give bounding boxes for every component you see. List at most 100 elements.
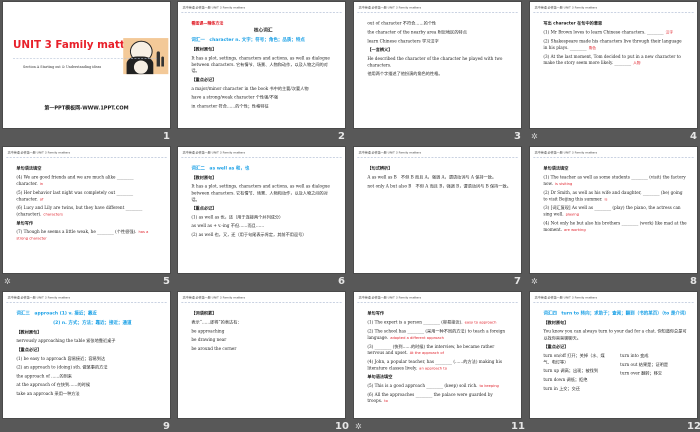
- slide-thumbnail-8[interactable]: 高中英语 必修第一册 UNIT 3 Family matters 单句语法填空 (1…: [530, 147, 697, 273]
- text-line: learn Chinese characters 学习汉字: [367, 38, 511, 44]
- divider: [181, 302, 342, 303]
- slide-number: 1: [163, 131, 170, 142]
- line-text: 他用两个字描述了他扮演的角色的性格。: [367, 71, 443, 77]
- cartoon-family-image: [123, 38, 169, 75]
- list-item: turn up 调高；出现；被找到: [543, 368, 599, 374]
- line-text: a major/minor character in the book 书中的主…: [191, 85, 309, 91]
- line-text: take an approach 采用一种方法: [16, 391, 80, 397]
- text-line: 词汇三 approach (1) v. 接近；靠近: [16, 310, 160, 317]
- text-line: (2) Dr Smith, as well as his wife and da…: [543, 189, 687, 202]
- animation-icon[interactable]: ✲: [355, 422, 362, 431]
- text-line: 【教材原句】: [191, 46, 335, 52]
- text-line: (1) be easy to approach 容易接近；容易到达: [16, 355, 160, 361]
- line-text: 【重点必记】: [16, 346, 42, 352]
- line-text: 单句写作: [367, 310, 385, 316]
- line-text: not only A but also B 不但 A 而且 B，强调 B，谓语动…: [367, 183, 511, 189]
- line-text: 【教材原句】: [16, 329, 42, 335]
- slide-thumbnail-1[interactable]: UNIT 3 Family matters Section A Starting…: [3, 2, 170, 128]
- slide-thumbnail-9[interactable]: 高中英语 必修第一册 UNIT 3 Family matters 词汇三 appr…: [3, 292, 170, 418]
- list-item: turn over 翻转；移交: [620, 370, 663, 376]
- text-line: 单句语法填空: [16, 165, 160, 171]
- line-text: 【重点必记】: [191, 77, 217, 83]
- line-text: be approaching: [191, 328, 225, 334]
- line-text: have a strong/weak character 个性强/不强: [191, 94, 279, 100]
- text-line: (4) Not only he but also his brothers __…: [543, 220, 687, 233]
- text-line: (2) Shakespeare made his characters live…: [543, 38, 687, 51]
- animation-icon[interactable]: ✲: [531, 132, 538, 141]
- text-line: (1) as well as 也，还（用于连接两个并列成分）: [191, 214, 335, 220]
- slide-header: 高中英语 必修第一册 UNIT 3 Family matters: [358, 296, 422, 300]
- slide-subtitle: Section A Starting out & Understanding i…: [23, 65, 102, 70]
- line-text: (2) as well 也，又，还（用于句尾表示肯定，其前不用逗号）: [191, 232, 307, 238]
- slide-body: 看图课—精练方法 核心词汇 词汇一 character n. 文字；符号；角色；品质…: [191, 20, 335, 112]
- answer-annotation: characters: [43, 212, 63, 217]
- line-text: 【教材原句】: [191, 175, 217, 181]
- line-text: learn Chinese characters 学习汉字: [367, 38, 439, 44]
- text-line: You know you can always turn to your dad…: [543, 328, 687, 341]
- text-line: 【句式辨析】: [367, 165, 511, 171]
- line-text: (5) Her behavior last night was complete…: [16, 189, 134, 202]
- text-line: (2) The school has ________ (采用一种不同的方法) …: [367, 328, 511, 341]
- line-text: at the approach of 在快到……的时候: [16, 382, 90, 388]
- line-text: 单句写作: [16, 220, 34, 226]
- list-item: turn into 变成: [620, 352, 649, 358]
- answer-annotation: 人物: [633, 60, 641, 66]
- line-text: 【教材原句】: [191, 46, 217, 52]
- text-line: 【词语积累】: [191, 310, 335, 316]
- slide-thumbnail-5[interactable]: 高中英语 必修第一册 UNIT 3 Family matters 单句语法填空 (4…: [3, 147, 170, 273]
- answer-annotation: is: [604, 196, 608, 202]
- line-text: be drawing near: [191, 337, 227, 343]
- answer-annotation: in: [39, 181, 44, 186]
- line-text: 【教材原句】: [543, 320, 569, 326]
- line-text: (6) Lucy and Lily are twins, but they ha…: [16, 205, 143, 217]
- text-line: 单句写作: [367, 310, 511, 316]
- text-line: (1) Mr Brown loves to learn Chinese char…: [543, 29, 687, 35]
- divider: [533, 302, 694, 303]
- line-text: (7) Though he seems a little weak, he __…: [16, 229, 137, 235]
- animation-icon[interactable]: ✲: [531, 277, 538, 286]
- answer-annotation: of: [39, 196, 44, 202]
- slide-body: 词汇四 turn to 转向；求助于；查阅；翻到（书的某页）（to 是介词） 【教…: [543, 310, 689, 394]
- slide-thumbnail-2[interactable]: 高中英语 必修第一册 UNIT 3 Family matters 看图课—精练方法…: [178, 2, 345, 128]
- answer-annotation: is visiting: [554, 181, 573, 186]
- answer-annotation: 角色: [588, 45, 596, 50]
- slide-body: 词汇三 approach (1) v. 接近；靠近 (2) n. 方式；方法；靠近…: [16, 310, 160, 399]
- line-text: 单句语法填空: [543, 165, 569, 171]
- line-text: 单句语法填空: [367, 374, 393, 380]
- text-line: He described the character of the charac…: [367, 55, 511, 68]
- text-line: (3) At the last moment, Tom decided to p…: [543, 53, 687, 66]
- slide-header: 高中英语 必修第一册 UNIT 3 Family matters: [534, 6, 598, 10]
- slide-thumbnail-6[interactable]: 高中英语 必修第一册 UNIT 3 Family matters 词汇二 as w…: [178, 147, 345, 273]
- text-line: (5) This is a good approach ________ (ke…: [367, 382, 511, 388]
- text-line: be around the corner: [191, 345, 335, 351]
- slide-number: 9: [163, 421, 170, 432]
- slide-thumbnail-4[interactable]: 高中英语 必修第一册 UNIT 3 Family matters 写出 chara…: [530, 2, 697, 128]
- slide-thumbnail-12[interactable]: 高中英语 必修第一册 UNIT 3 Family matters 词汇四 turn…: [530, 292, 697, 418]
- animation-icon[interactable]: ✲: [4, 277, 11, 286]
- line-text: 词汇四 turn to 转向；求助于；查阅；翻到（书的某页）（to 是介词）: [543, 310, 689, 317]
- text-line: 【一言辨义】: [367, 46, 511, 52]
- answer-annotation: to keeping: [479, 383, 499, 388]
- line-text: (1) be easy to approach 容易接近；容易到达: [16, 355, 106, 361]
- text-line: 【重点必记】: [16, 346, 160, 352]
- line-text: You know you can always turn to your dad…: [543, 328, 687, 341]
- text-line: in character 符合……的个性；性格特征: [191, 103, 335, 109]
- text-line: 他用两个字描述了他扮演的角色的性格。: [367, 71, 511, 77]
- slide-thumbnail-3[interactable]: 高中英语 必修第一册 UNIT 3 Family matters out of c…: [354, 2, 521, 128]
- text-line: It has a plot, settings, characters and …: [191, 183, 335, 202]
- text-line: 看图课—精练方法: [191, 20, 335, 26]
- slide-body: 【句式辨析】 A as well as B 不但 B 而且 A，强调 A，谓语动词…: [367, 165, 511, 191]
- text-line: 【重点必记】: [191, 76, 335, 82]
- divider: [181, 157, 342, 158]
- line-text: (1) The expert is a person ________ (容易接…: [367, 319, 463, 325]
- slide-number: 11: [511, 421, 525, 432]
- slide-thumbnail-10[interactable]: 高中英语 必修第一册 UNIT 3 Family matters 【词语积累】 表示…: [178, 292, 345, 418]
- slide-thumbnail-7[interactable]: 高中英语 必修第一册 UNIT 3 Family matters 【句式辨析】 A …: [354, 147, 521, 273]
- answer-annotation: 汉字: [665, 30, 673, 35]
- line-text: 单句语法填空: [16, 165, 42, 171]
- slide-thumbnail-11[interactable]: 高中英语 必修第一册 UNIT 3 Family matters 单句写作 (1) …: [354, 292, 521, 418]
- slide-header: 高中英语 必修第一册 UNIT 3 Family matters: [358, 6, 422, 10]
- line-text: 看图课—精练方法: [191, 20, 224, 26]
- line-text: as well as + v.-ing 不但……而且……: [191, 223, 265, 229]
- text-line: (3) ________ (快到……的时候) the interview, he…: [367, 343, 511, 356]
